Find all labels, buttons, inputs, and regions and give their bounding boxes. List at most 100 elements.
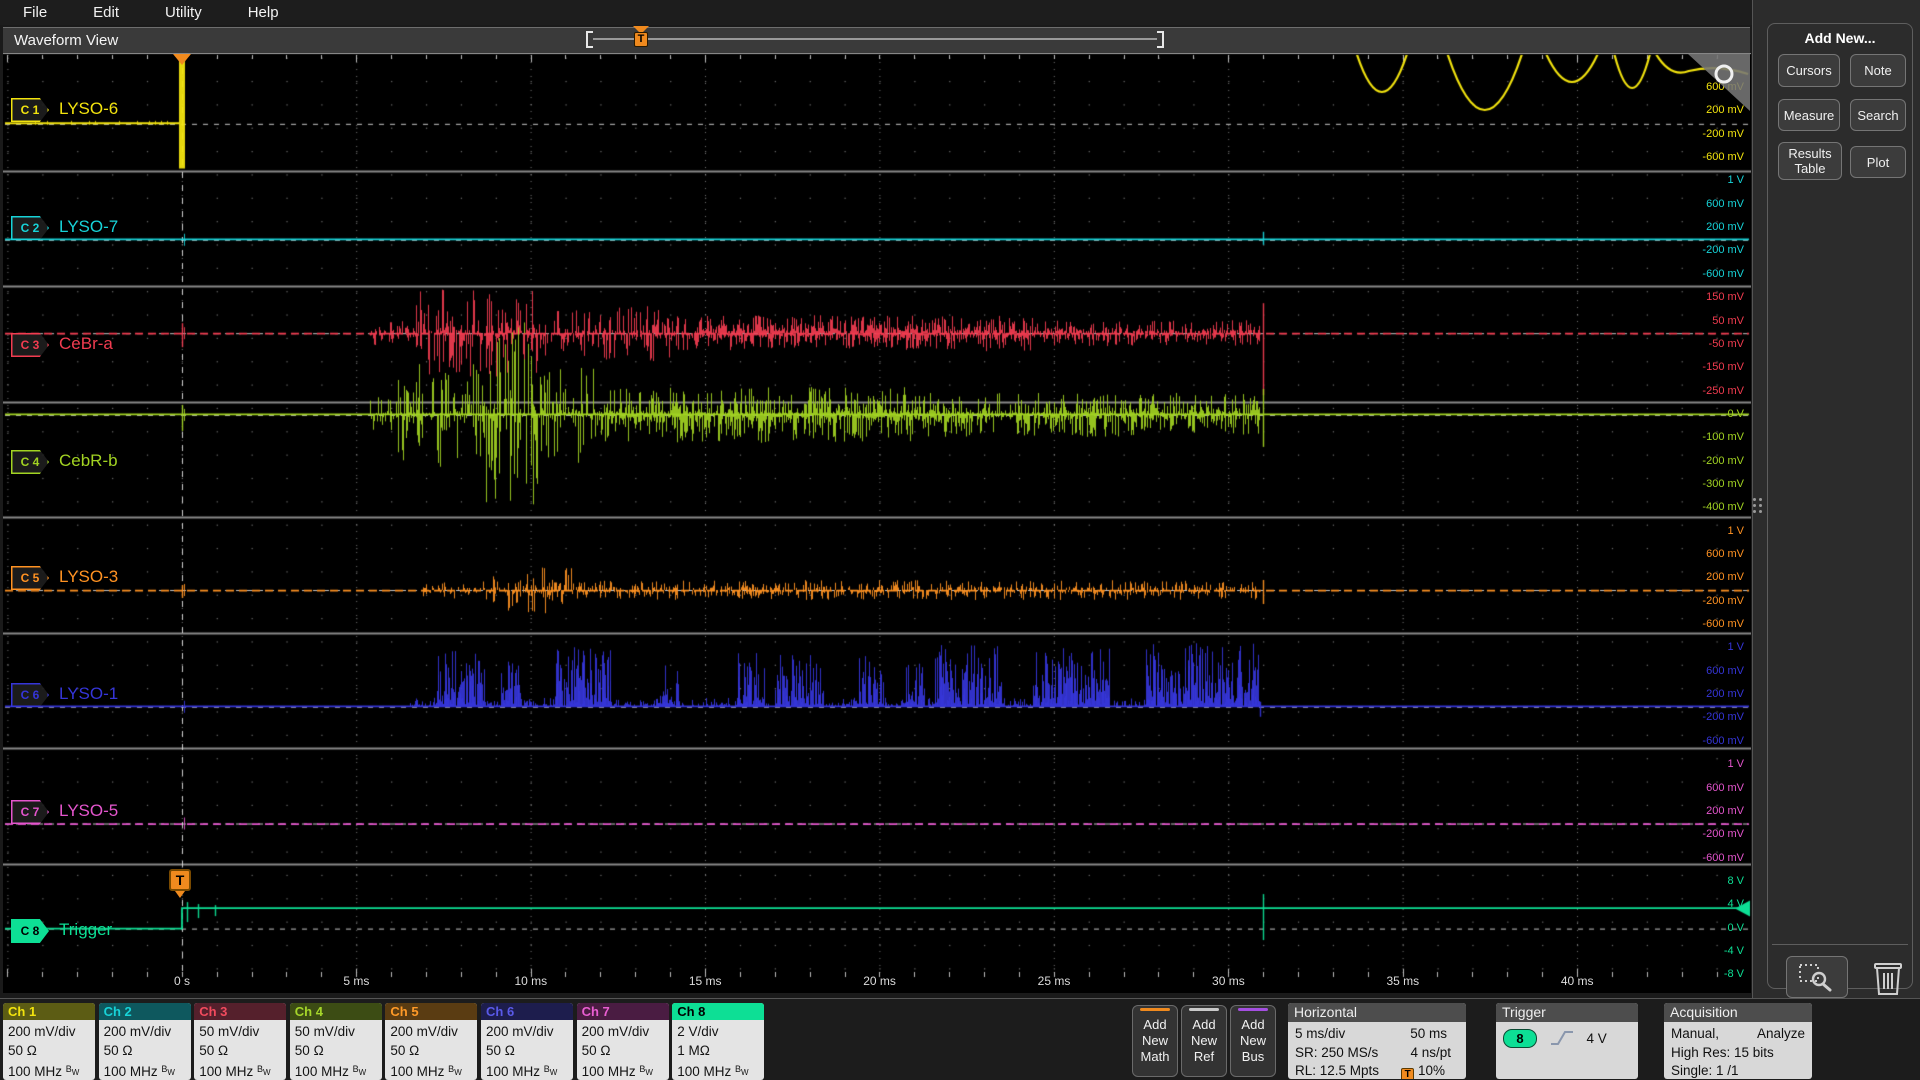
channel-scale: 2 V/div [677,1024,719,1039]
channel-badge-body-ch4: 50 mV/div 50 Ω 100 MHz BW [290,1020,382,1080]
record-length: RL: 12.5 Mpts [1295,1063,1380,1078]
channel-3-scale-label: 150 mV [1706,291,1744,304]
channel-badge-ch4[interactable]: Ch 4 50 mV/div 50 Ω 100 MHz BW [289,1003,382,1080]
trigger-level: 4 V [1586,1031,1607,1046]
channel-badge-body-ch2: 200 mV/div 50 Ω 100 MHz BW [99,1020,191,1080]
channel-4-scale-label: 0 V [1727,407,1744,420]
add-new-search-button[interactable]: Search [1850,99,1906,131]
channel-badge-ch3[interactable]: Ch 3 50 mV/div 50 Ω 100 MHz BW [194,1003,287,1080]
trigger-position-pct: 10% [1417,1063,1445,1078]
channel-7-scale-label: 600 mV [1706,781,1744,794]
channel-4-scale-label: -100 mV [1702,431,1744,444]
channel-impedance: 50 Ω [8,1043,37,1058]
channel-badge-body-ch1: 200 mV/div 50 Ω 100 MHz BW [3,1020,95,1080]
channel-badge-header-ch6: Ch 6 [481,1003,573,1020]
channel-2-scale-label: 600 mV [1706,197,1744,210]
channel-8-scale-label: -8 V [1723,968,1744,981]
time-axis-label: 20 ms [863,974,896,988]
channel-scale: 200 mV/div [390,1024,458,1039]
view-title: Waveform View [14,32,119,49]
channel-bandwidth: 100 MHz BW [103,1064,175,1079]
resolution: 4 ns/pt [1410,1044,1451,1060]
channel-3-scale-label: -250 mV [1702,384,1744,397]
delete-button[interactable] [1870,958,1906,998]
channel-7-scale-label: 1 V [1727,758,1744,771]
channel-2-scale-label: -600 mV [1702,267,1744,280]
trigger-position-marker-icon[interactable]: T [634,32,648,47]
channel-bandwidth: 100 MHz BW [581,1064,653,1079]
add-new-bus-button[interactable]: Add New Bus [1230,1005,1276,1077]
trigger-title: Trigger [1496,1003,1638,1022]
channel-scale: 200 mV/div [486,1024,554,1039]
add-new-cursors-button[interactable]: Cursors [1778,54,1840,87]
channel-scale: 200 mV/div [581,1024,650,1039]
channel-6-scale-label: -600 mV [1702,734,1744,747]
horizontal-window: 50 ms [1410,1026,1447,1041]
channel-badge-ch8[interactable]: Ch 8 2 V/div 1 MΩ 100 MHz BW [672,1003,765,1080]
panel-drag-handle[interactable] [1753,498,1763,524]
channel-5-scale-label: -600 mV [1702,618,1744,631]
bus-accent [1238,1008,1268,1011]
channel-badge-ch1[interactable]: Ch 1 200 mV/div 50 Ω 100 MHz BW [3,1003,95,1080]
menu-item-edit[interactable]: Edit [70,0,142,25]
channel-4-scale-label: -200 mV [1702,454,1744,467]
acq-analyze: Analyze [1756,1026,1805,1041]
channel-5-scale-label: 200 mV [1706,571,1744,584]
trash-can-icon [1874,963,1902,995]
trigger-time-triangle-icon[interactable] [173,54,191,65]
zoom-area-icon [1799,964,1832,992]
channel-impedance: 50 Ω [199,1043,229,1058]
add-new-plot-button[interactable]: Plot [1850,146,1906,178]
channel-badge-ch6[interactable]: Ch 6 200 mV/div 50 Ω 100 MHz BW [481,1003,573,1080]
channel-scale: 50 mV/div [294,1024,355,1039]
waveform-canvas[interactable] [3,53,1751,993]
channel-badge-body-ch8: 2 V/div 1 MΩ 100 MHz BW [672,1020,764,1080]
trigger-panel[interactable]: Trigger 8 4 V [1496,1003,1638,1079]
channel-1-name: LYSO-6 [59,99,119,118]
zoom-area-button[interactable] [1786,956,1848,998]
math-accent [1140,1008,1170,1011]
right-sidebar: Add New... Cursors Note Measure Search Resul… [1752,0,1920,998]
acq-mode: Manual, [1671,1026,1720,1041]
trigger-source-badge: 8 [1503,1029,1537,1048]
waveform-plot-area[interactable]: C 1LYSO-6600 mV200 mV-200 mV-600 mVC 2LY… [3,53,1751,993]
add-new-ref-button[interactable]: Add New Ref [1181,1005,1227,1077]
channel-8-scale-label: 8 V [1727,874,1744,887]
menu-item-utility[interactable]: Utility [142,0,225,25]
channel-5-name: LYSO-3 [59,567,119,586]
channel-badge-header-ch5: Ch 5 [385,1003,478,1020]
oscilloscope-app: File Edit Utility Help Waveform View T C 1L… [0,0,1920,1080]
channel-1-scale-label: -600 mV [1702,151,1744,164]
sample-rate: SR: 250 MS/s [1295,1044,1379,1060]
time-axis-label: 35 ms [1386,974,1420,988]
channel-bandwidth: 100 MHz BW [294,1064,367,1079]
ref-accent [1189,1008,1219,1011]
time-axis-label: 25 ms [1037,974,1071,988]
channel-2-name: LYSO-7 [59,217,119,236]
trigger-level-marker-icon[interactable]: T [169,869,191,891]
horizontal-title: Horizontal [1288,1003,1466,1022]
add-new-note-button[interactable]: Note [1850,54,1906,87]
record-view-line [593,38,1157,40]
horizontal-panel[interactable]: Horizontal 5 ms/div 50 ms SR: 250 MS/s 4 n… [1288,1003,1466,1079]
channel-badge-header-ch3: Ch 3 [194,1003,287,1020]
channel-4-scale-label: -400 mV [1702,501,1744,514]
menu-item-help[interactable]: Help [225,0,302,25]
acquisition-panel[interactable]: Acquisition Manual, Analyze High Res: 15 … [1664,1003,1812,1079]
bottom-bar: Ch 1 200 mV/div 50 Ω 100 MHz BW Ch 2 200 mV/d… [0,998,1920,1080]
channel-7-scale-label: -200 mV [1702,828,1744,841]
add-new-math-button[interactable]: Add New Math [1132,1005,1178,1077]
add-new-results-table-button[interactable]: Results Table [1778,142,1842,180]
channel-1-scale-label: 200 mV [1706,104,1744,117]
channel-5-scale-label: -200 mV [1702,594,1744,607]
time-axis-label: 0 s [173,974,191,988]
waveform-view-titlebar[interactable]: Waveform View [3,27,1750,53]
add-new-measure-button[interactable]: Measure [1778,99,1840,131]
channel-1-scale-label: -200 mV [1702,127,1744,140]
channel-badge-ch2[interactable]: Ch 2 200 mV/div 50 Ω 100 MHz BW [98,1003,191,1080]
menu-item-file[interactable]: File [0,0,70,25]
channel-badge-ch7[interactable]: Ch 7 200 mV/div 50 Ω 100 MHz BW [576,1003,669,1080]
channel-bandwidth: 100 MHz BW [390,1064,462,1079]
channel-badge-ch5[interactable]: Ch 5 200 mV/div 50 Ω 100 MHz BW [385,1003,478,1080]
channel-7-scale-label: 200 mV [1706,804,1744,817]
